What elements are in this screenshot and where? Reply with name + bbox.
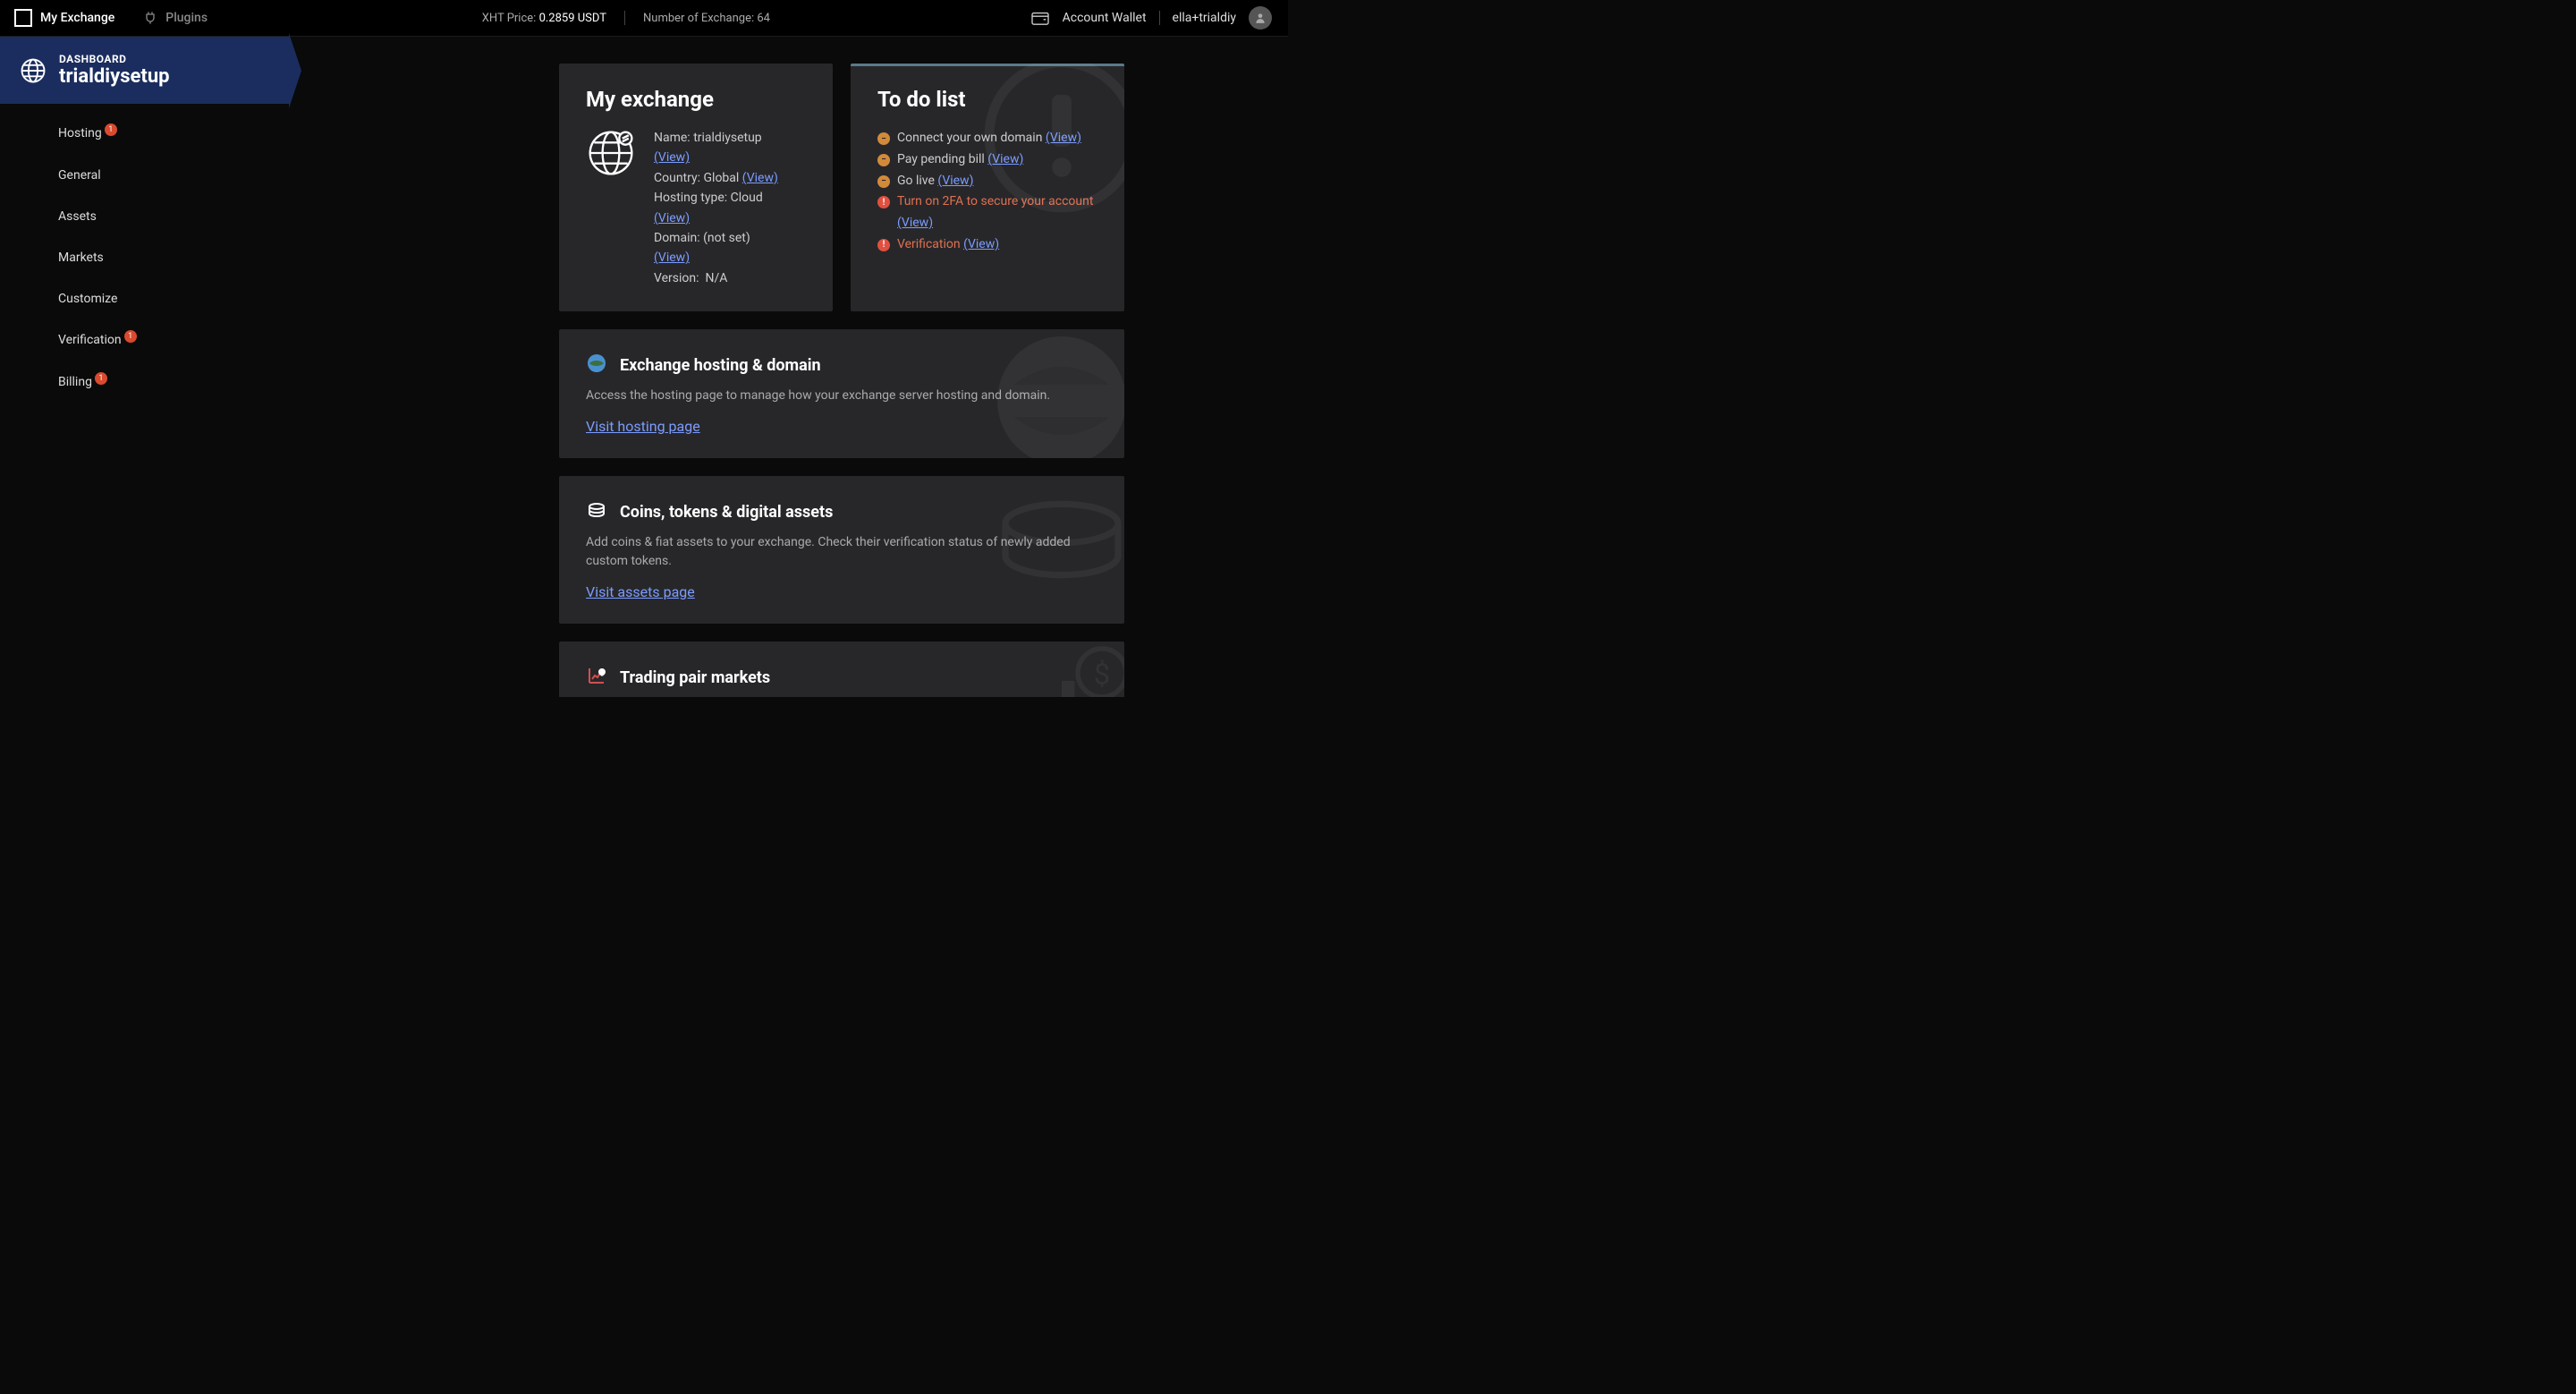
- section-title: Trading pair markets: [620, 668, 770, 687]
- todo-item: −Go live (View): [877, 171, 1097, 192]
- sidebar-header-small: DASHBOARD: [59, 53, 170, 65]
- section-card: Exchange hosting & domain Access the host…: [559, 329, 1124, 458]
- badge: 1: [124, 330, 137, 343]
- sidebar-header[interactable]: DASHBOARD trialdiysetup: [0, 37, 289, 104]
- sidebar-header-title: trialdiysetup: [59, 65, 170, 88]
- logo-icon: [14, 9, 32, 27]
- sidebar-item-billing[interactable]: Billing1: [0, 361, 289, 404]
- tab-plugins[interactable]: Plugins: [129, 0, 222, 36]
- exchange-count: Number of Exchange: 64: [643, 12, 770, 25]
- todo-text: Verification (View): [897, 234, 999, 256]
- tab-label: My Exchange: [40, 11, 114, 25]
- section-card: Coins, tokens & digital assets Add coins …: [559, 476, 1124, 624]
- badge: 1: [95, 372, 107, 385]
- alert-icon: !: [877, 196, 890, 208]
- sidebar-item-customize[interactable]: Customize: [0, 278, 289, 319]
- minus-icon: −: [877, 132, 890, 145]
- todo-item: ! Turn on 2FA to secure your account (Vie…: [877, 191, 1097, 234]
- section-card: $Trading pair marketsPair up coins to cr…: [559, 642, 1124, 697]
- view-domain-link[interactable]: (View): [654, 251, 690, 265]
- sidebar-item-label: Customize: [58, 292, 117, 306]
- minus-icon: −: [877, 175, 890, 188]
- todo-card: To do list −Connect your own domain (Vie…: [851, 64, 1124, 311]
- globe-large-icon: [586, 128, 636, 178]
- sidebar-item-label: Markets: [58, 251, 104, 265]
- badge: 1: [105, 123, 117, 136]
- minus-icon: −: [877, 154, 890, 166]
- sidebar: DASHBOARD trialdiysetup Hosting1GeneralA…: [0, 37, 289, 697]
- user-icon: [1254, 12, 1267, 24]
- section-icon: $: [586, 665, 607, 690]
- sidebar-item-label: Billing: [58, 375, 92, 389]
- main-content: My exchange Name: trialdiysetup (View) C…: [289, 37, 1288, 697]
- topbar-stats: XHT Price: 0.2859 USDT Number of Exchang…: [222, 11, 1030, 25]
- view-link[interactable]: (View): [897, 216, 933, 230]
- sidebar-item-label: Hosting: [58, 126, 102, 140]
- view-country-link[interactable]: (View): [742, 171, 778, 185]
- view-link[interactable]: (View): [987, 152, 1023, 166]
- top-navbar: My Exchange Plugins XHT Price: 0.2859 US…: [0, 0, 1288, 37]
- svg-text:$: $: [601, 670, 604, 676]
- avatar[interactable]: [1249, 6, 1272, 30]
- sidebar-item-label: Verification: [58, 333, 122, 347]
- view-name-link[interactable]: (View): [654, 150, 690, 165]
- sidebar-item-general[interactable]: General: [0, 155, 289, 196]
- my-exchange-card: My exchange Name: trialdiysetup (View) C…: [559, 64, 833, 311]
- card-title: To do list: [877, 87, 1097, 112]
- section-title: Exchange hosting & domain: [620, 356, 821, 375]
- plugin-icon: [143, 11, 157, 25]
- sidebar-item-label: Assets: [58, 209, 97, 224]
- sidebar-item-hosting[interactable]: Hosting1: [0, 113, 289, 155]
- section-title: Coins, tokens & digital assets: [620, 503, 833, 522]
- view-link[interactable]: (View): [963, 237, 999, 251]
- tab-my-exchange[interactable]: My Exchange: [0, 0, 129, 36]
- sidebar-item-label: General: [58, 168, 101, 183]
- view-link[interactable]: (View): [1046, 131, 1081, 145]
- section-desc: Access the hosting page to manage how yo…: [586, 387, 1097, 405]
- alert-icon: !: [877, 239, 890, 251]
- section-link[interactable]: Visit assets page: [586, 583, 695, 600]
- sidebar-item-verification[interactable]: Verification1: [0, 319, 289, 361]
- topbar-user-area: Account Wallet ella+trialdiy: [1030, 6, 1288, 30]
- todo-list: −Connect your own domain (View)−Pay pend…: [877, 128, 1097, 256]
- tab-label: Plugins: [165, 11, 208, 25]
- sidebar-item-assets[interactable]: Assets: [0, 196, 289, 237]
- todo-text: Go live (View): [897, 171, 973, 192]
- todo-item: −Connect your own domain (View): [877, 128, 1097, 149]
- card-title: My exchange: [586, 87, 806, 112]
- sidebar-items: Hosting1GeneralAssetsMarketsCustomizeVer…: [0, 104, 289, 404]
- username[interactable]: ella+trialdiy: [1173, 11, 1236, 25]
- todo-accent: [851, 64, 1124, 66]
- todo-text: Connect your own domain (View): [897, 128, 1081, 149]
- exchange-details: Name: trialdiysetup (View) Country: Glob…: [654, 128, 778, 288]
- account-wallet-link[interactable]: Account Wallet: [1063, 11, 1147, 25]
- sidebar-item-markets[interactable]: Markets: [0, 237, 289, 278]
- todo-text: Pay pending bill (View): [897, 149, 1023, 171]
- todo-item: −Pay pending bill (View): [877, 149, 1097, 171]
- view-link[interactable]: (View): [937, 174, 973, 188]
- section-icon: [586, 499, 607, 524]
- xht-price: XHT Price: 0.2859 USDT: [482, 12, 606, 25]
- view-hosting-link[interactable]: (View): [654, 211, 690, 225]
- todo-item: ! Verification (View): [877, 234, 1097, 256]
- section-link[interactable]: Visit hosting page: [586, 418, 700, 435]
- section-desc: Add coins & fiat assets to your exchange…: [586, 533, 1097, 571]
- section-icon: [586, 353, 607, 378]
- wallet-icon[interactable]: [1030, 10, 1050, 26]
- divider: [624, 11, 625, 25]
- todo-text: Turn on 2FA to secure your account (View…: [897, 191, 1097, 234]
- globe-icon: [20, 57, 47, 84]
- divider: [1159, 11, 1160, 25]
